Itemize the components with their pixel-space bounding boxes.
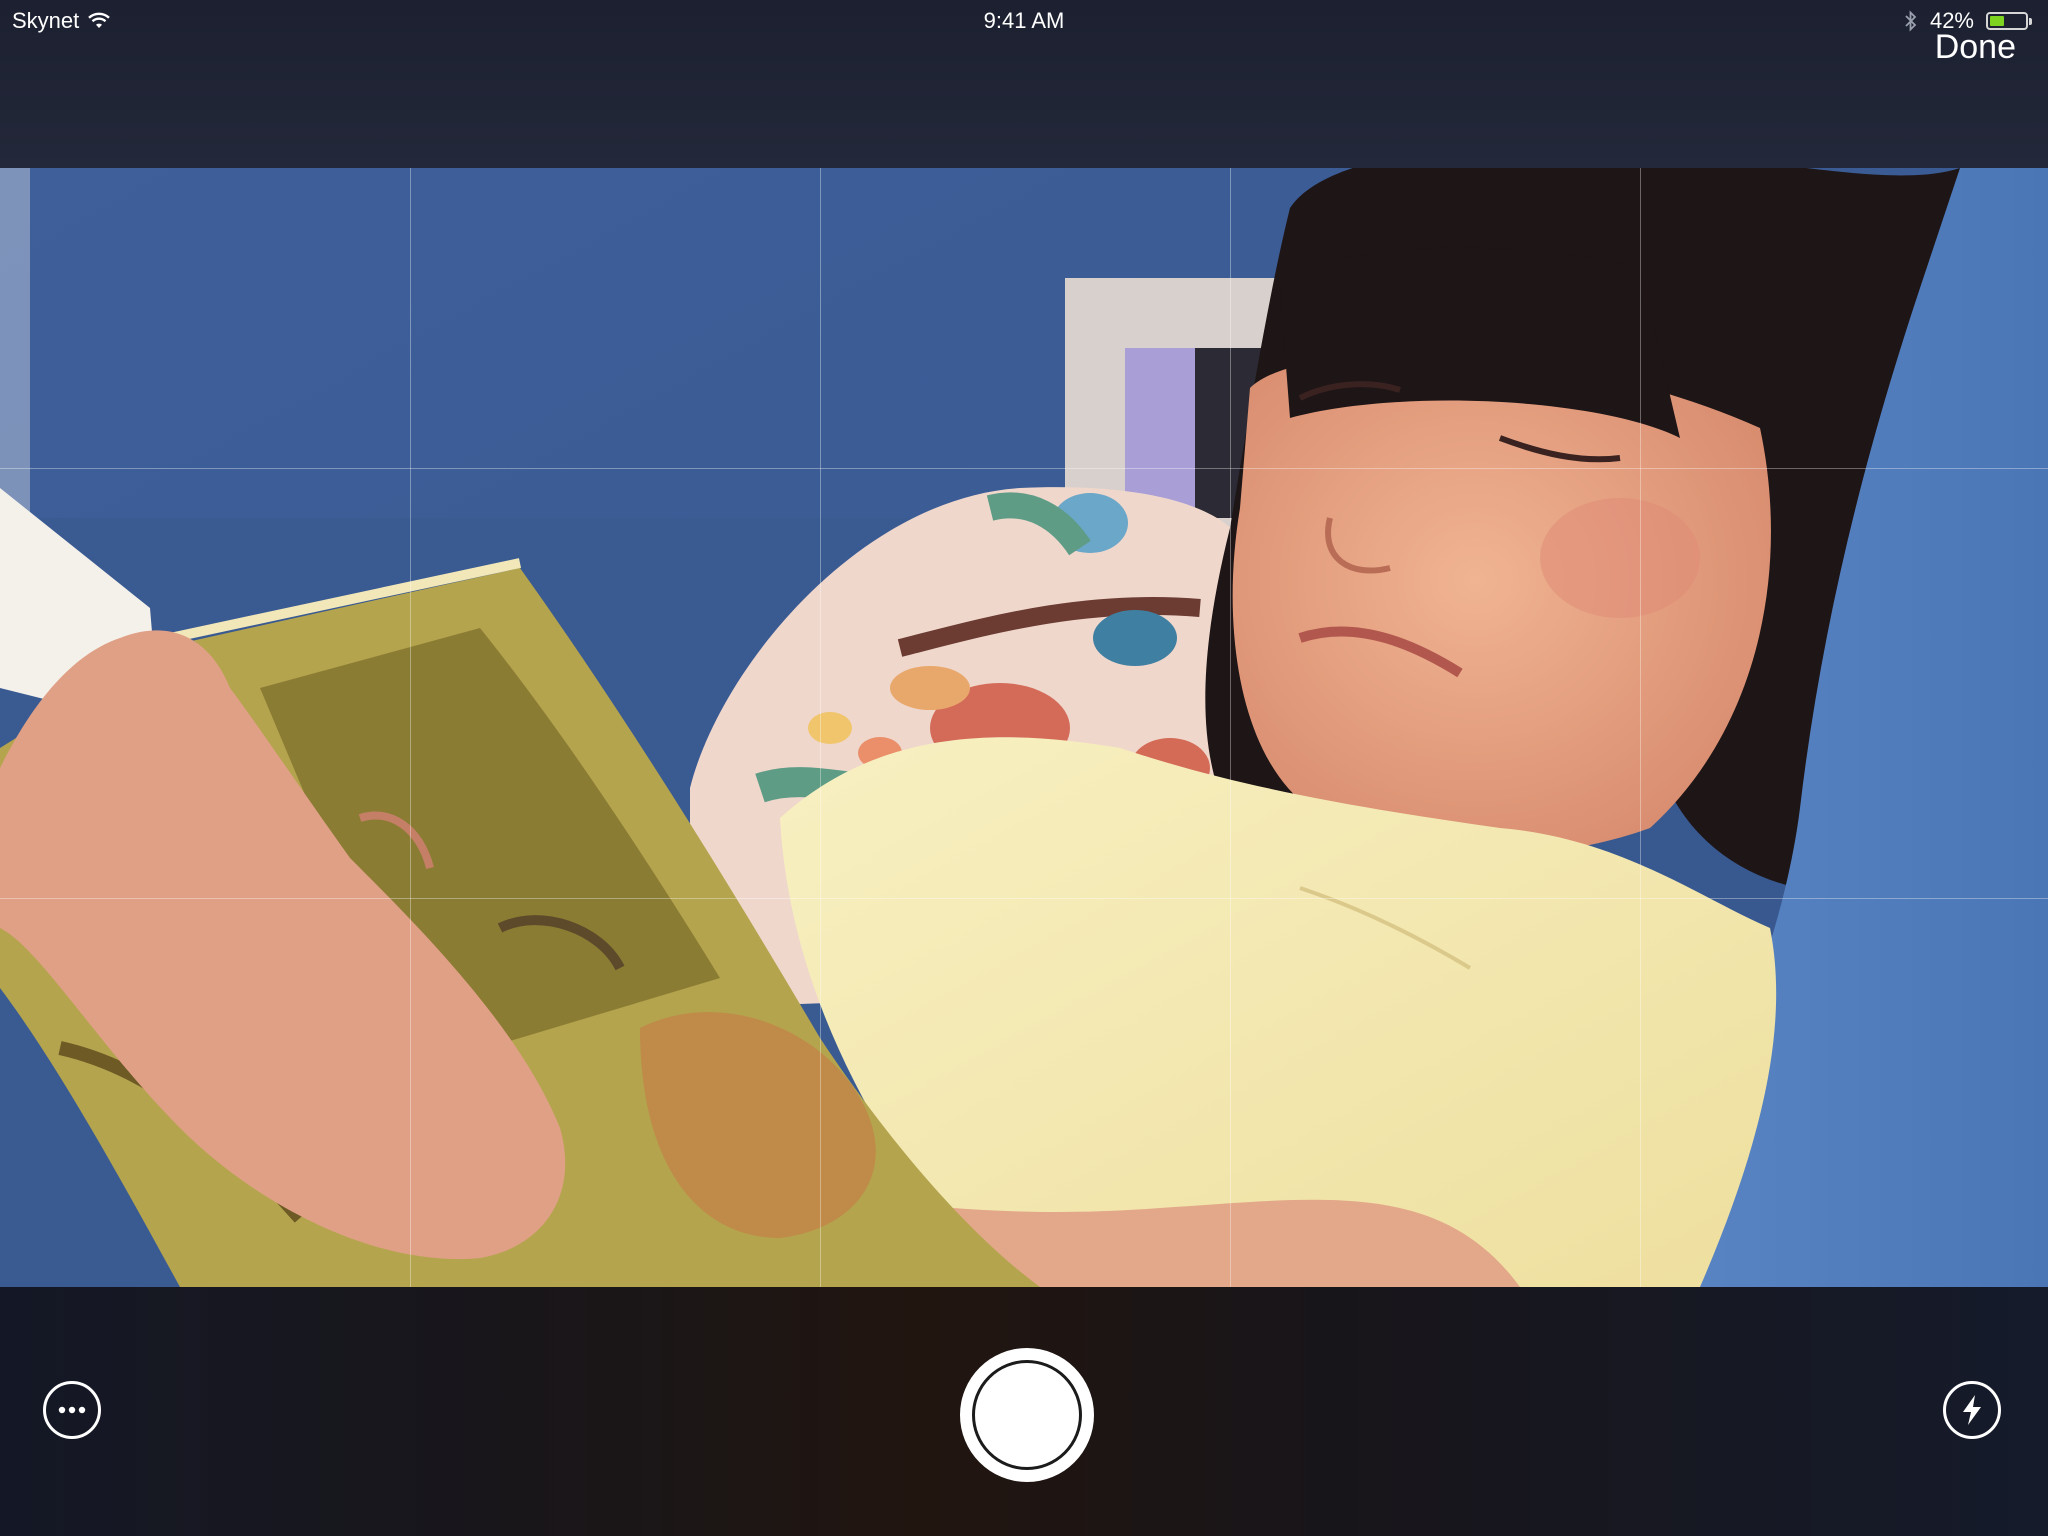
grid-line-vertical (1230, 168, 1231, 1287)
more-options-icon (58, 1406, 86, 1414)
bluetooth-icon (1905, 10, 1917, 32)
camera-screen: Skynet 9:41 AM 42% Done (0, 0, 2048, 1536)
grid-line-vertical (410, 168, 411, 1287)
grid-line-horizontal (0, 898, 2048, 899)
grid-line-horizontal (0, 468, 2048, 469)
shutter-button[interactable] (960, 1348, 1094, 1482)
camera-controls-bar (0, 1287, 2048, 1536)
flash-button[interactable] (1943, 1381, 2001, 1439)
status-time: 9:41 AM (983, 8, 1065, 33)
flash-icon (1963, 1395, 1981, 1425)
grid-line-vertical (1640, 168, 1641, 1287)
top-bar: Skynet 9:41 AM 42% Done (0, 0, 2048, 168)
shutter-inner-ring (972, 1360, 1082, 1470)
grid-line-vertical (820, 168, 821, 1287)
battery-level (1990, 16, 2004, 26)
camera-preview-image (0, 168, 2048, 1287)
status-bar: Skynet 9:41 AM 42% (0, 0, 2048, 40)
more-options-button[interactable] (43, 1381, 101, 1439)
done-button[interactable]: Done (1935, 28, 2016, 67)
camera-viewfinder[interactable] (0, 168, 2048, 1287)
